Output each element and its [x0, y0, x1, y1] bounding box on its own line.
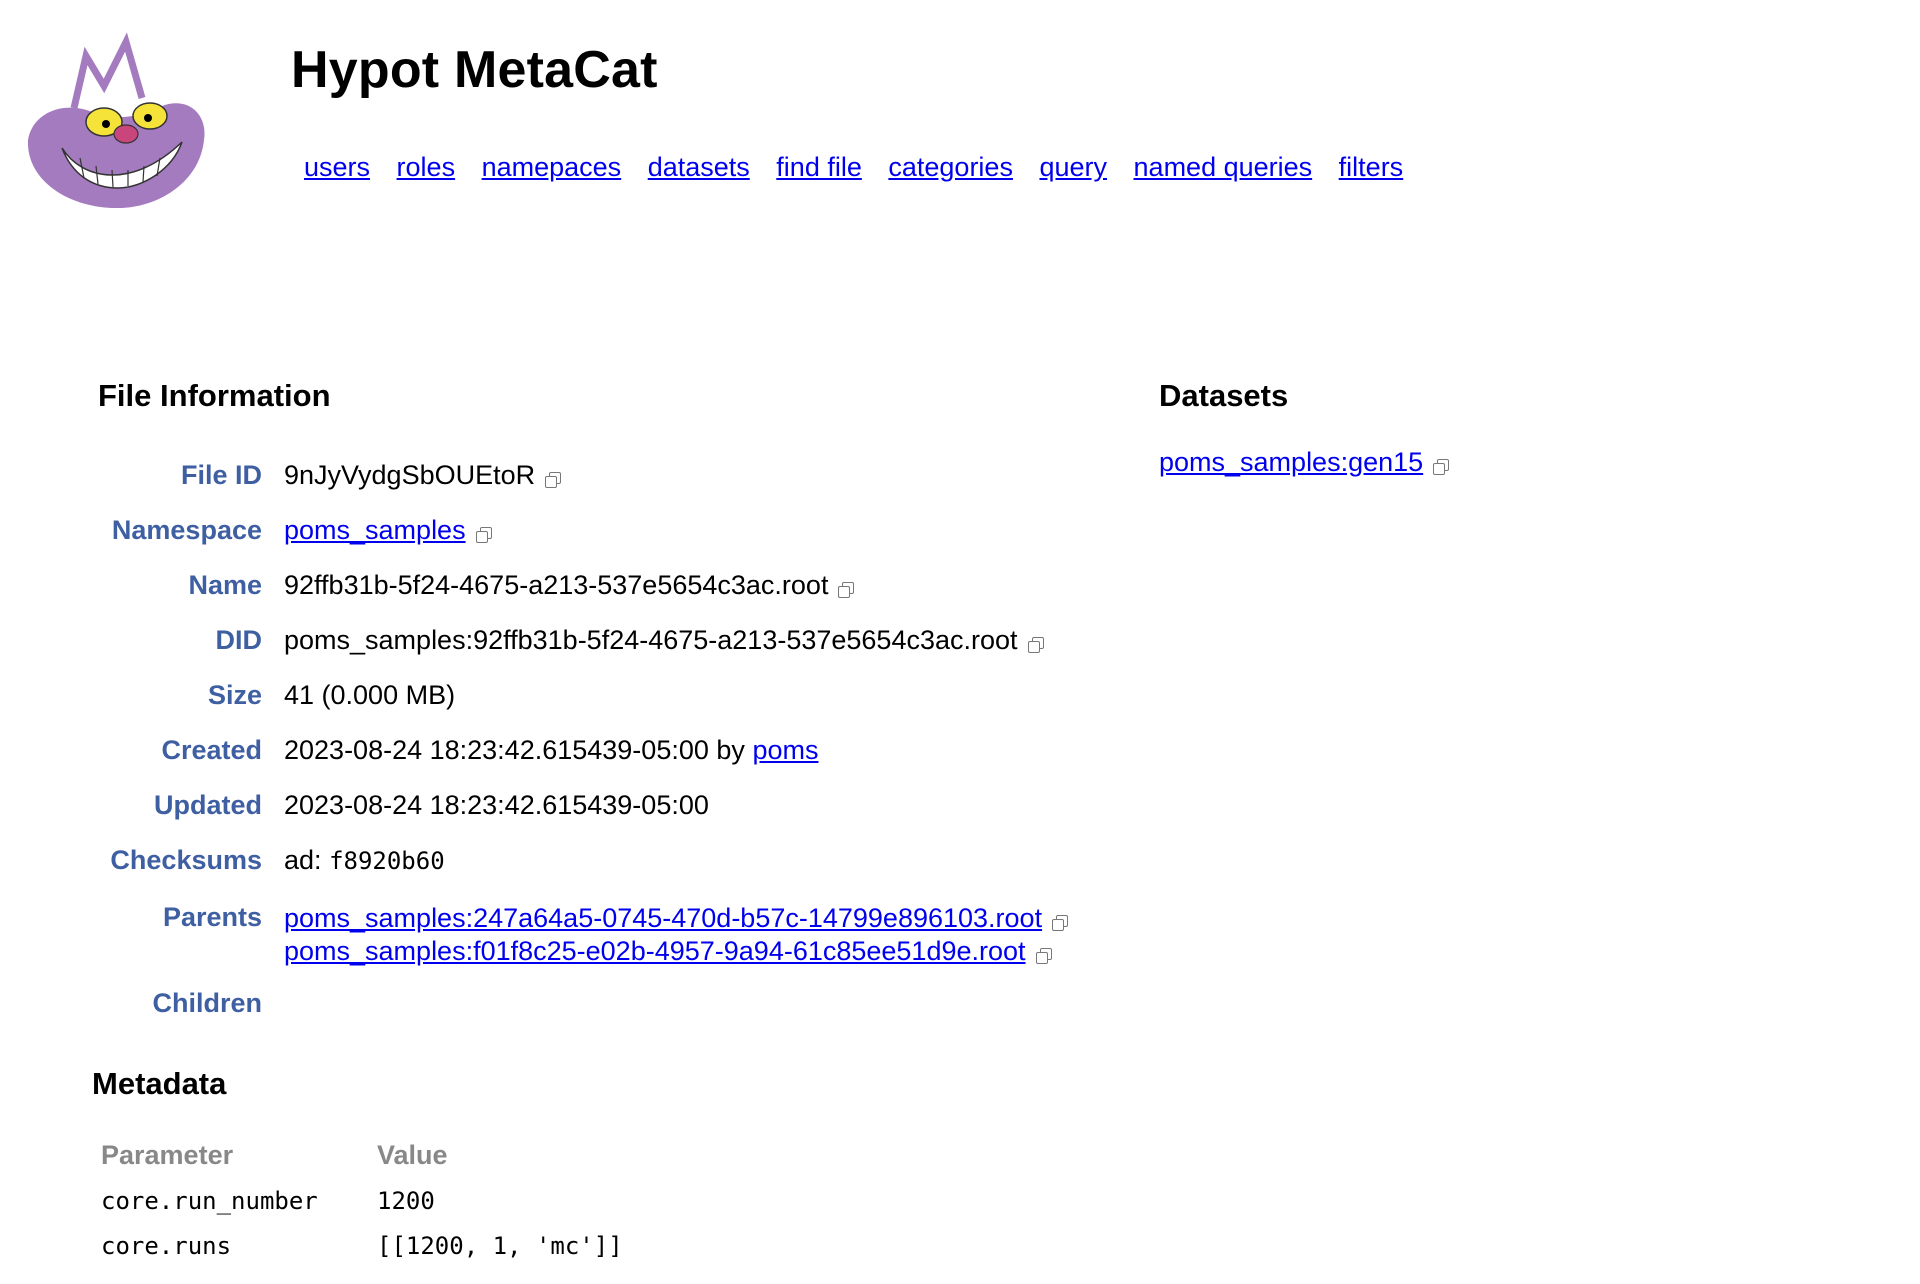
copy-icon[interactable]: [1052, 915, 1069, 931]
size-label: Size: [207, 680, 262, 710]
top-nav: users roles namepaces datasets find file…: [304, 152, 1422, 183]
updated-value: 2023-08-24 18:23:42.615439-05:00: [284, 790, 709, 820]
nav-find-file[interactable]: find file: [776, 152, 862, 182]
file-id-value: 9nJyVydgSbOUEtoR: [284, 460, 562, 491]
nav-categories[interactable]: categories: [888, 152, 1013, 182]
nav-filters[interactable]: filters: [1339, 152, 1404, 182]
datasets-heading: Datasets: [1159, 378, 1289, 413]
did-label: DID: [215, 625, 263, 655]
app-title: Hypot MetaCat: [291, 41, 658, 99]
datasets-list: poms_samples:gen15: [1159, 447, 1450, 478]
metadata-value-cell: [[1200, 1, 'mc']]: [377, 1232, 623, 1260]
metadata-heading: Metadata: [92, 1066, 227, 1101]
namespace-label: Namespace: [111, 515, 262, 545]
metadata-parameter-cell: core.run_number: [101, 1187, 318, 1215]
did-value: poms_samples:92ffb31b-5f24-4675-a213-537…: [284, 625, 1044, 656]
checksums-label: Checksums: [110, 845, 262, 875]
namespace-value: poms_samples: [284, 515, 492, 546]
created-value: 2023-08-24 18:23:42.615439-05:00 by poms: [284, 735, 819, 765]
nav-namespaces[interactable]: namepaces: [482, 152, 622, 182]
parent-link[interactable]: poms_samples:247a64a5-0745-470d-b57c-147…: [284, 903, 1042, 933]
name-value: 92ffb31b-5f24-4675-a213-537e5654c3ac.roo…: [284, 570, 855, 601]
checksums-value: ad: f8920b60: [284, 845, 445, 875]
nav-named-queries[interactable]: named queries: [1134, 152, 1313, 182]
copy-icon[interactable]: [1035, 948, 1052, 964]
copy-icon[interactable]: [475, 527, 492, 543]
parents-label: Parents: [162, 902, 262, 932]
parent-link[interactable]: poms_samples:f01f8c25-e02b-4957-9a94-61c…: [284, 936, 1026, 966]
metadata-value-cell: 1200: [377, 1187, 435, 1215]
copy-icon[interactable]: [1433, 459, 1450, 475]
metadata-header-value: Value: [377, 1140, 448, 1170]
parents-value: poms_samples:247a64a5-0745-470d-b57c-147…: [284, 902, 1069, 968]
copy-icon[interactable]: [1027, 637, 1044, 653]
nav-query[interactable]: query: [1039, 152, 1107, 182]
updated-label: Updated: [154, 790, 262, 820]
metadata-parameter-cell: core.runs: [101, 1232, 232, 1260]
file-information-heading: File Information: [98, 378, 331, 413]
namespace-link[interactable]: poms_samples: [284, 515, 466, 545]
metadata-header-parameter: Parameter: [101, 1140, 234, 1170]
copy-icon[interactable]: [838, 582, 855, 598]
created-label: Created: [161, 735, 262, 765]
size-value: 41 (0.000 MB): [284, 680, 456, 710]
name-label: Name: [188, 570, 262, 600]
nav-roles[interactable]: roles: [397, 152, 456, 182]
cheshire-cat-logo-icon: [27, 32, 205, 208]
nav-users[interactable]: users: [304, 152, 370, 182]
copy-icon[interactable]: [545, 472, 562, 488]
file-id-label: File ID: [180, 460, 262, 490]
children-label: Children: [152, 988, 262, 1018]
created-by-user-link[interactable]: poms: [752, 735, 818, 765]
nav-datasets[interactable]: datasets: [648, 152, 750, 182]
dataset-link[interactable]: poms_samples:gen15: [1159, 447, 1423, 477]
